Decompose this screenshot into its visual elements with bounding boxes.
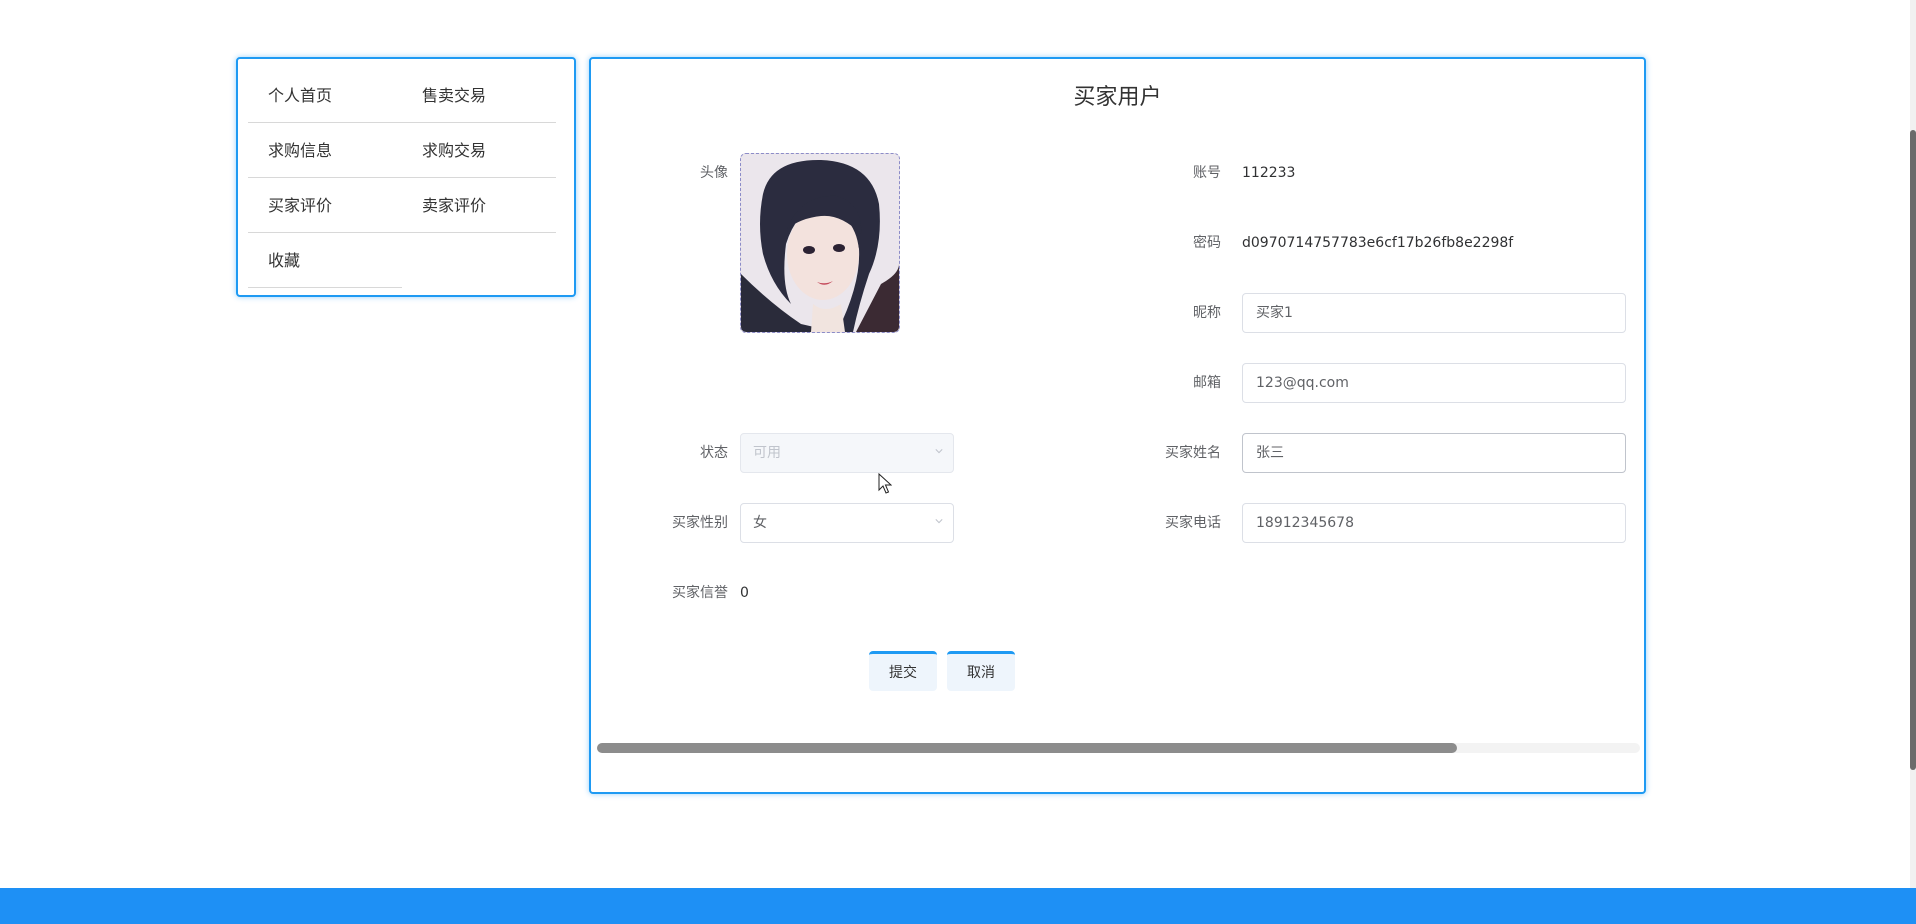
status-select-value: 可用 xyxy=(753,445,781,461)
vertical-scrollbar-thumb[interactable] xyxy=(1910,130,1916,770)
buyer-gender-select-value: 女 xyxy=(753,515,767,531)
vertical-scrollbar[interactable] xyxy=(1910,0,1916,924)
status-select[interactable]: 可用 xyxy=(740,433,954,473)
menu-item-buyer-review[interactable]: 买家评价 xyxy=(248,179,402,233)
avatar-image xyxy=(741,154,899,332)
menu-item-sales-trade[interactable]: 售卖交易 xyxy=(402,69,556,123)
menu-item-purchase-trade[interactable]: 求购交易 xyxy=(402,124,556,178)
mouse-pointer-icon xyxy=(878,473,892,494)
buyer-credit-label: 买家信誉 xyxy=(672,585,728,601)
status-label: 状态 xyxy=(700,445,728,461)
avatar-upload[interactable] xyxy=(740,153,900,333)
menu-item-favorites[interactable]: 收藏 xyxy=(248,234,402,288)
chevron-down-icon xyxy=(935,449,943,454)
chevron-down-icon xyxy=(935,519,943,524)
buyer-phone-input[interactable]: 18912345678 xyxy=(1242,503,1626,543)
password-label: 密码 xyxy=(1193,235,1221,251)
buyer-credit-value: 0 xyxy=(740,585,749,601)
avatar-label: 头像 xyxy=(700,165,728,181)
email-label: 邮箱 xyxy=(1193,375,1221,391)
user-form-panel: 买家用户 头像 账号 112233 密码 d0970714757783e6cf1… xyxy=(589,57,1646,794)
buyer-phone-label: 买家电话 xyxy=(1165,515,1221,531)
password-value: d0970714757783e6cf17b26fb8e2298f xyxy=(1242,235,1514,251)
cancel-button[interactable]: 取消 xyxy=(947,651,1015,691)
footer-bar xyxy=(0,888,1916,924)
nickname-input[interactable]: 买家1 xyxy=(1242,293,1626,333)
nickname-label: 昵称 xyxy=(1193,305,1221,321)
menu-item-seller-review[interactable]: 卖家评价 xyxy=(402,179,556,233)
horizontal-scrollbar-thumb[interactable] xyxy=(597,743,1457,753)
submit-button[interactable]: 提交 xyxy=(869,651,937,691)
buyer-name-input[interactable]: 张三 xyxy=(1242,433,1626,473)
menu-item-personal-home[interactable]: 个人首页 xyxy=(248,69,402,123)
menu-item-purchase-info[interactable]: 求购信息 xyxy=(248,124,402,178)
account-value: 112233 xyxy=(1242,165,1296,181)
email-input[interactable]: 123@qq.com xyxy=(1242,363,1626,403)
buyer-name-label: 买家姓名 xyxy=(1165,445,1221,461)
buyer-gender-select[interactable]: 女 xyxy=(740,503,954,543)
side-menu: 个人首页 售卖交易 求购信息 求购交易 买家评价 卖家评价 收藏 xyxy=(236,57,576,297)
page-title: 买家用户 xyxy=(1073,85,1162,110)
account-label: 账号 xyxy=(1193,165,1221,181)
buyer-gender-label: 买家性别 xyxy=(672,515,728,531)
horizontal-scrollbar[interactable] xyxy=(597,743,1640,753)
